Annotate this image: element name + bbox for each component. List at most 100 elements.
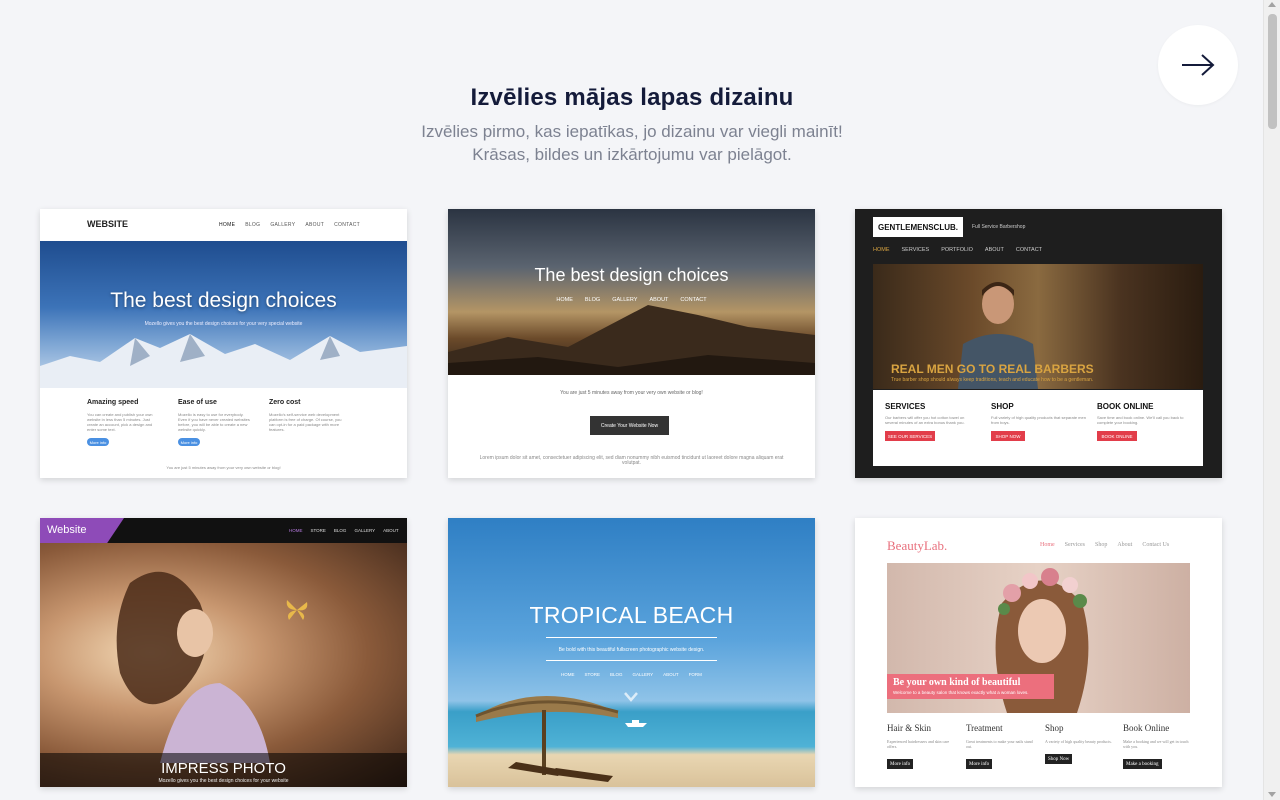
t1-more-info-button[interactable]: More info bbox=[178, 438, 200, 446]
t3-nav-item: HOME bbox=[873, 247, 890, 253]
scroll-thumb[interactable] bbox=[1268, 14, 1277, 129]
t5-nav-item: STORE bbox=[584, 672, 600, 677]
woman-figure-image bbox=[116, 571, 270, 763]
t1-footer-text: You are just 5 minutes away from your ve… bbox=[166, 465, 281, 470]
t4-hero-image: IMPRESS PHOTO Mozello gives you the best… bbox=[40, 543, 407, 787]
t3-hero-image: REAL MEN GO TO REAL BARBERS True barber … bbox=[873, 264, 1203, 389]
t3-tagline: Full Service Barbershop bbox=[972, 224, 1026, 230]
t6-booking-button[interactable]: Make a booking bbox=[1123, 759, 1162, 769]
t3-column-text: Save time and book online. We'll call yo… bbox=[1097, 415, 1184, 425]
t2-nav-item: ABOUT bbox=[649, 297, 669, 303]
t3-column: SERVICES Our barbers will offer you hot … bbox=[885, 402, 975, 441]
subtitle-line-2: Krāsas, bildes un izkārtojumu var pielāg… bbox=[472, 145, 792, 164]
t1-more-info-button[interactable]: More info bbox=[87, 438, 109, 446]
next-button[interactable] bbox=[1158, 25, 1238, 105]
t4-nav: HOME STORE BLOG GALLERY ABOUT bbox=[289, 528, 399, 533]
t5-nav-item: FORM bbox=[688, 672, 702, 677]
t6-column: Hair & Skin Experienced hairdressers and… bbox=[887, 723, 962, 770]
template-card-best-design[interactable]: The best design choices HOME BLOG GALLER… bbox=[448, 209, 815, 478]
t6-shop-now-button[interactable]: Shop Now bbox=[1045, 754, 1073, 764]
t1-feature-text: Mozello is easy to use for everybody. Ev… bbox=[178, 412, 250, 432]
page: Izvēlies mājas lapas dizainu Izvēlies pi… bbox=[0, 0, 1280, 800]
t1-hero-title: The best design choices bbox=[110, 289, 337, 312]
t3-columns: SERVICES Our barbers will offer you hot … bbox=[873, 390, 1203, 466]
t3-shop-button[interactable]: SHOP NOW bbox=[991, 431, 1025, 441]
scrollbar[interactable] bbox=[1263, 0, 1280, 800]
t6-column-text: Great treatments to make your nails stan… bbox=[966, 739, 1033, 749]
t6-column-text: A variety of high quality beauty product… bbox=[1045, 739, 1112, 744]
t1-nav-item: ABOUT bbox=[305, 222, 325, 228]
template-card-gentlemensclub[interactable]: GENTLEMENSCLUB. Full Service Barbershop … bbox=[855, 209, 1222, 478]
t3-logo: GENTLEMENSCLUB. bbox=[873, 217, 963, 237]
t3-column-text: Full variety of high quality products th… bbox=[991, 415, 1086, 425]
t5-divider bbox=[546, 637, 717, 638]
t4-header: Website HOME STORE BLOG GALLERY ABOUT bbox=[40, 518, 407, 543]
t6-column-title: Book Online bbox=[1123, 723, 1170, 733]
t6-column-title: Shop bbox=[1045, 723, 1064, 733]
t2-lorem: Lorem ipsum dolor sit amet, consectetuer… bbox=[479, 455, 784, 466]
template-card-impress-photo[interactable]: Website HOME STORE BLOG GALLERY ABOUT IM… bbox=[40, 518, 407, 787]
t6-column: Book Online Make a booking and we will g… bbox=[1123, 723, 1198, 770]
template-card-tropical-beach[interactable]: TROPICAL BEACH Be bold with this beautif… bbox=[448, 518, 815, 787]
t2-nav-item: BLOG bbox=[584, 297, 601, 303]
mountains-image bbox=[40, 334, 407, 388]
t6-more-info-button[interactable]: More info bbox=[887, 759, 914, 769]
arrow-right-icon bbox=[1182, 54, 1215, 76]
scroll-down-icon[interactable] bbox=[1268, 792, 1276, 797]
t5-title: TROPICAL BEACH bbox=[529, 602, 734, 628]
t5-sub: Be bold with this beautiful fullscreen p… bbox=[558, 647, 705, 653]
t2-cta-button[interactable]: Create Your Website Now bbox=[590, 416, 669, 435]
butterfly-icon bbox=[286, 600, 308, 620]
t4-sub: Mozello gives you the best design choice… bbox=[158, 778, 289, 784]
t3-subline: True barber shop should always keep trad… bbox=[891, 377, 1094, 383]
t1-header: WEBSITE HOME BLOG GALLERY ABOUT CONTACT bbox=[40, 209, 407, 241]
t6-banner-sub: Welcome to a beauty salon that knows exa… bbox=[893, 690, 1029, 695]
beach-umbrella-image bbox=[475, 695, 619, 782]
t2-hero-title: The best design choices bbox=[534, 265, 729, 285]
t1-feature-text: You can create and publish your own webs… bbox=[87, 412, 153, 432]
t1-feature: Zero cost Mozello's self-service web dev… bbox=[269, 399, 359, 432]
subtitle-line-1: Izvēlies pirmo, kas iepatīkas, jo dizain… bbox=[421, 122, 843, 141]
t1-feature-title: Amazing speed bbox=[87, 399, 139, 406]
t5-nav-item: BLOG bbox=[609, 672, 623, 677]
t1-feature-text: Mozello's self-service web development p… bbox=[269, 412, 342, 432]
t5-nav: HOME STORE BLOG GALLERY ABOUT FORM bbox=[448, 672, 815, 677]
t4-nav-item: BLOG bbox=[333, 528, 347, 533]
t6-nav-item: Shop bbox=[1095, 542, 1108, 548]
t3-book-button[interactable]: BOOK ONLINE bbox=[1097, 431, 1137, 441]
t3-column: SHOP Full variety of high quality produc… bbox=[991, 402, 1086, 441]
t6-nav: Home Services Shop About Contact Us bbox=[1040, 542, 1169, 548]
t3-nav-item: PORTFOLIO bbox=[941, 247, 973, 253]
t3-column: BOOK ONLINE Save time and book online. W… bbox=[1097, 402, 1192, 441]
t4-nav-item: GALLERY bbox=[354, 528, 376, 533]
t1-hero-sub: Mozello gives you the best design choice… bbox=[144, 321, 303, 327]
scroll-up-icon[interactable] bbox=[1268, 2, 1276, 7]
t6-more-info-button[interactable]: More info bbox=[966, 759, 993, 769]
t3-column-text: Our barbers will offer you hot cotton to… bbox=[885, 415, 965, 425]
t1-feature-title: Ease of use bbox=[178, 399, 217, 406]
t6-column-text: Make a booking and we will get in touch … bbox=[1123, 739, 1189, 749]
t5-nav-item: ABOUT bbox=[663, 672, 679, 677]
t4-nav-item: STORE bbox=[310, 528, 326, 533]
t2-tagline: You are just 5 minutes away from your ve… bbox=[560, 390, 703, 396]
template-card-beautylab[interactable]: BeautyLab. Home Services Shop About Cont… bbox=[855, 518, 1222, 787]
t6-column: Treatment Great treatments to make your … bbox=[966, 723, 1041, 770]
t3-column-title: SERVICES bbox=[885, 402, 926, 411]
t1-feature: Amazing speed You can create and publish… bbox=[87, 399, 177, 446]
t3-nav-item: ABOUT bbox=[984, 247, 1004, 253]
t4-nav-item: ABOUT bbox=[383, 528, 399, 533]
t3-headline: REAL MEN GO TO REAL BARBERS bbox=[891, 362, 1094, 376]
t1-feature: Ease of use Mozello is easy to use for e… bbox=[178, 399, 268, 446]
t2-nav-item: CONTACT bbox=[680, 297, 707, 303]
t2-nav: HOME BLOG GALLERY ABOUT CONTACT bbox=[448, 297, 815, 303]
t6-column-text: Experienced hairdressers and skin care o… bbox=[887, 739, 950, 749]
t6-nav-item: About bbox=[1117, 542, 1133, 548]
t1-logo: WEBSITE bbox=[87, 219, 129, 229]
t6-logo: BeautyLab. bbox=[887, 538, 948, 553]
t3-services-button[interactable]: SEE OUR SERVICES bbox=[885, 431, 935, 441]
page-title: Izvēlies mājas lapas dizainu bbox=[470, 84, 794, 111]
template-card-website[interactable]: WEBSITE HOME BLOG GALLERY ABOUT CONTACT … bbox=[40, 209, 407, 478]
t6-nav-item: Services bbox=[1064, 542, 1085, 548]
boat-image bbox=[625, 720, 647, 727]
t6-column-title: Treatment bbox=[966, 723, 1003, 733]
